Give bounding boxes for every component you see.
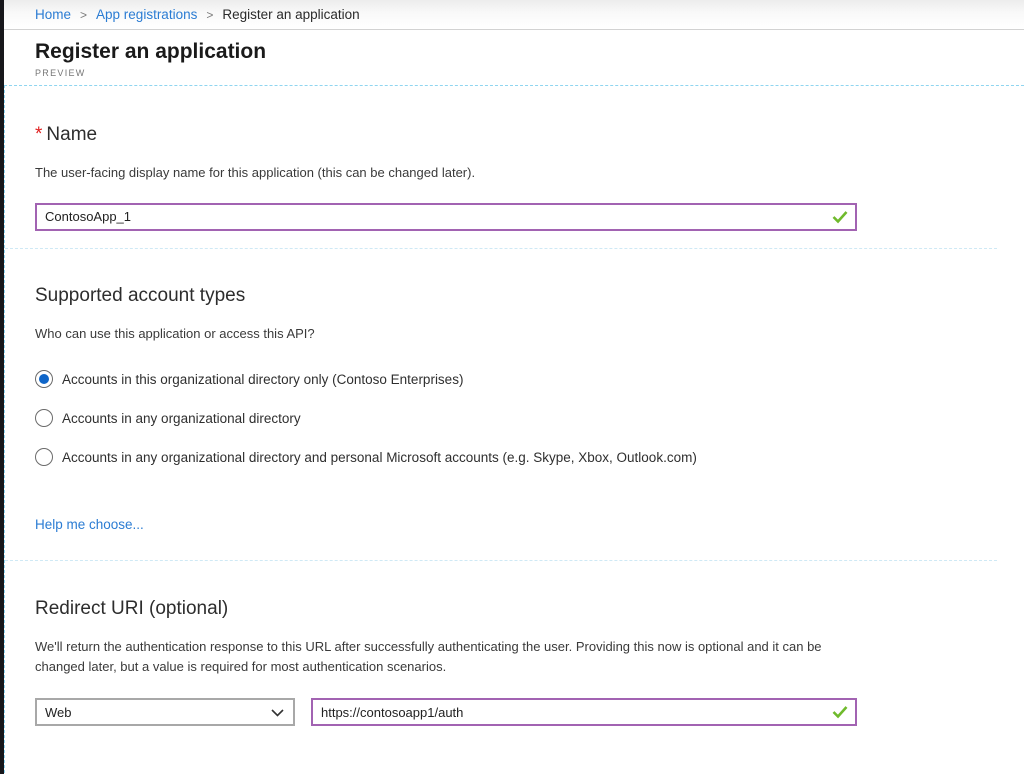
register-application-blade: Home > App registrations > Register an a… [4, 0, 1024, 774]
radio-option-label: Accounts in any organizational directory [62, 411, 301, 426]
required-asterisk: * [35, 124, 42, 145]
name-heading-label: Name [46, 124, 97, 145]
account-type-radio-group: Accounts in this organizational director… [35, 370, 1024, 466]
blade-content: *Name The user-facing display name for t… [4, 85, 1024, 774]
breadcrumb-current-page: Register an application [222, 7, 359, 22]
redirect-type-select[interactable]: Web [35, 698, 295, 726]
radio-button-icon[interactable] [35, 448, 53, 466]
account-types-question: Who can use this application or access t… [35, 324, 1024, 344]
valid-checkmark-icon [832, 210, 848, 223]
blade-header: Register an application PREVIEW [4, 30, 1024, 78]
name-input-container [35, 203, 857, 231]
breadcrumb-separator: > [206, 8, 213, 22]
redirect-uri-heading: Redirect URI (optional) [35, 598, 1024, 620]
breadcrumb: Home > App registrations > Register an a… [4, 0, 1024, 30]
breadcrumb-app-registrations[interactable]: App registrations [96, 7, 197, 22]
breadcrumb-home[interactable]: Home [35, 7, 71, 22]
blade-left-edge [0, 0, 4, 774]
page-title: Register an application [35, 39, 1024, 65]
redirect-uri-input[interactable] [313, 700, 855, 724]
account-types-section: Supported account types Who can use this… [35, 285, 1024, 535]
redirect-uri-section: Redirect URI (optional) We'll return the… [35, 598, 1024, 726]
radio-option-any-directory-personal[interactable]: Accounts in any organizational directory… [35, 448, 1024, 466]
radio-button-icon[interactable] [35, 409, 53, 427]
name-section: *Name The user-facing display name for t… [35, 124, 1024, 231]
radio-option-label: Accounts in this organizational director… [62, 372, 463, 387]
preview-badge: PREVIEW [35, 68, 1024, 78]
name-section-heading: *Name [35, 124, 1024, 146]
radio-option-label: Accounts in any organizational directory… [62, 450, 697, 465]
help-me-choose-link[interactable]: Help me choose... [35, 517, 144, 532]
redirect-type-selected-value: Web [45, 705, 72, 720]
section-divider [5, 248, 997, 249]
section-divider [5, 560, 997, 561]
name-description: The user-facing display name for this ap… [35, 163, 1024, 183]
account-types-heading: Supported account types [35, 285, 1024, 307]
redirect-uri-input-container [311, 698, 857, 726]
app-name-input[interactable] [37, 205, 855, 229]
chevron-down-icon [271, 705, 284, 720]
valid-checkmark-icon [832, 706, 848, 719]
radio-option-any-directory[interactable]: Accounts in any organizational directory [35, 409, 1024, 427]
breadcrumb-separator: > [80, 8, 87, 22]
redirect-uri-controls: Web [35, 698, 1024, 726]
redirect-uri-description: We'll return the authentication response… [35, 637, 847, 676]
radio-button-icon[interactable] [35, 370, 53, 388]
radio-option-this-directory[interactable]: Accounts in this organizational director… [35, 370, 1024, 388]
